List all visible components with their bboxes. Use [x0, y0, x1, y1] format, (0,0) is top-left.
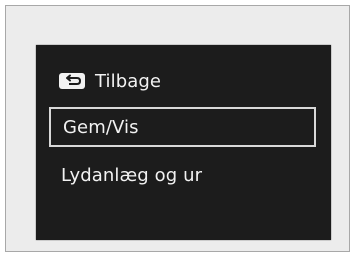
menu-item-label: Gem/Vis	[63, 116, 139, 138]
back-arrow-icon	[59, 73, 85, 89]
menu-item-lydanlaeg-og-ur[interactable]: Lydanlæg og ur	[49, 155, 316, 195]
display-screen: Tilbage Gem/Vis Lydanlæg og ur	[36, 45, 331, 240]
menu-item-gem-vis[interactable]: Gem/Vis	[49, 107, 316, 147]
figure-frame: Tilbage Gem/Vis Lydanlæg og ur	[5, 5, 350, 252]
back-label: Tilbage	[95, 70, 162, 92]
back-menu-item[interactable]: Tilbage	[59, 69, 161, 93]
menu-item-label: Lydanlæg og ur	[61, 164, 203, 186]
